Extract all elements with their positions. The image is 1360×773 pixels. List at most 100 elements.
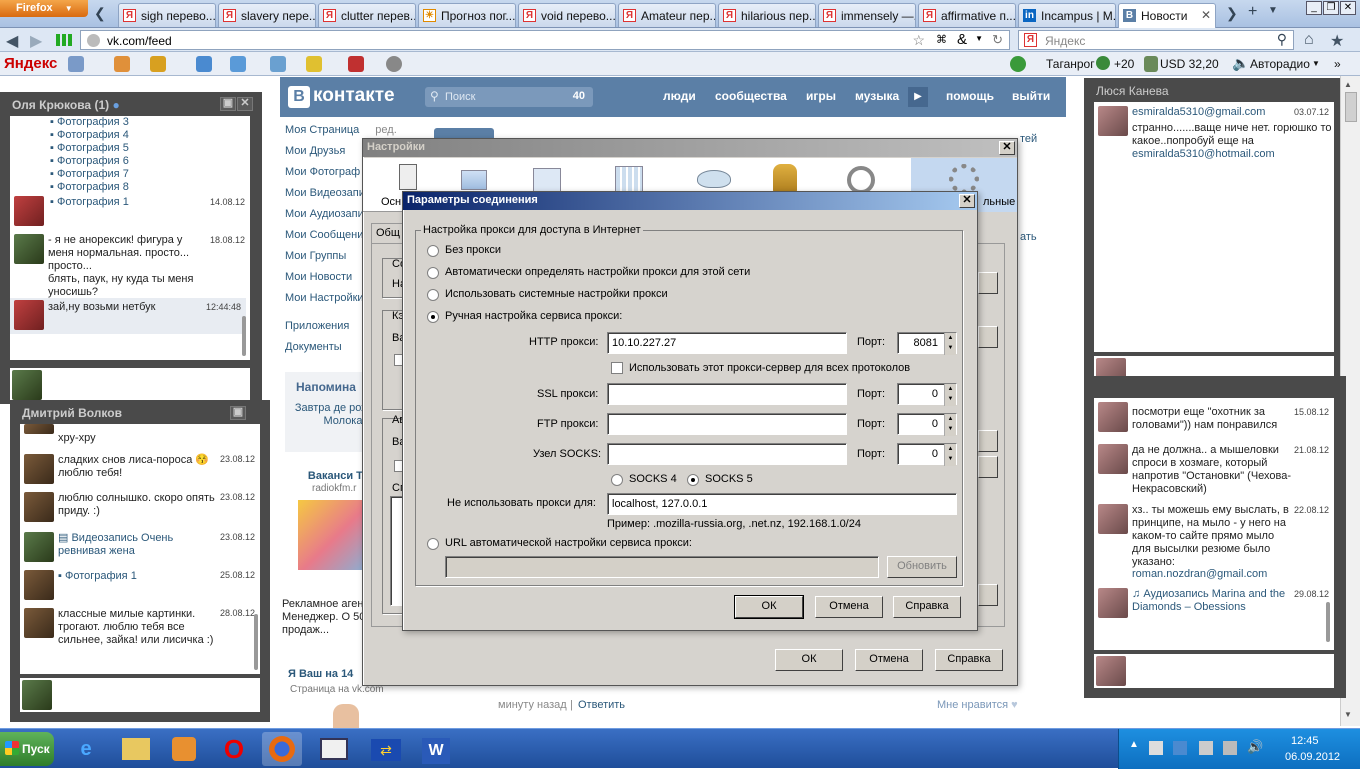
label-system-proxy[interactable]: Использовать системные настройки прокси bbox=[445, 288, 668, 300]
photo-link[interactable]: ▪ Фотография 1 bbox=[50, 196, 129, 209]
proxy-cancel-button[interactable]: Отмена bbox=[815, 596, 883, 618]
browser-tab[interactable]: Яimmensely —... bbox=[818, 3, 916, 27]
word-icon[interactable]: W bbox=[416, 732, 456, 766]
main-pane-icon[interactable] bbox=[399, 164, 417, 190]
tools-icon[interactable] bbox=[270, 56, 286, 72]
nav-music[interactable]: музыка bbox=[855, 89, 899, 103]
sender-email[interactable]: esmiralda5310@gmail.com bbox=[1132, 106, 1265, 119]
photo-link[interactable]: ▪ Фотография 7 bbox=[50, 168, 129, 181]
settings-side-button[interactable] bbox=[978, 272, 998, 294]
browser-tab[interactable]: Яslavery пере... bbox=[218, 3, 316, 27]
yandex-logo[interactable]: Яндекс bbox=[4, 55, 57, 72]
opera-icon[interactable]: O bbox=[214, 732, 254, 766]
radio-auto-detect[interactable] bbox=[427, 267, 439, 279]
no-proxy-for-input[interactable]: localhost, 127.0.0.1 bbox=[607, 493, 957, 515]
maximize-icon[interactable]: ❐ bbox=[1323, 1, 1339, 15]
firefox-menu-button[interactable]: Firefox ▼ bbox=[0, 0, 88, 17]
avatar[interactable] bbox=[14, 234, 44, 264]
switch-icon[interactable]: ⇄ bbox=[366, 732, 406, 766]
nav-help[interactable]: помощь bbox=[946, 89, 994, 103]
restore-icon[interactable]: ▣ bbox=[230, 406, 246, 420]
email-link[interactable]: esmiralda5310@hotmail.com bbox=[1132, 148, 1275, 161]
chat-scrollbar[interactable] bbox=[254, 614, 258, 670]
like-link[interactable]: Мне нравится ♥ bbox=[937, 699, 1018, 711]
window-app-icon[interactable] bbox=[314, 732, 354, 766]
video-link[interactable]: ▤ Видеозапись Очень ревнивая жена bbox=[58, 532, 218, 558]
label-auto-detect[interactable]: Автоматически определять настройки прокс… bbox=[445, 266, 750, 278]
avatar[interactable] bbox=[24, 492, 54, 522]
battery-icon[interactable] bbox=[1223, 741, 1237, 755]
photo-link[interactable]: ▪ Фотография 4 bbox=[50, 129, 129, 142]
spellcheck-icon[interactable] bbox=[196, 56, 212, 72]
translate-icon[interactable]: ⌘ bbox=[936, 33, 947, 46]
port-spinner-icon[interactable]: ▲ ▼ bbox=[944, 444, 956, 466]
label-socks4[interactable]: SOCKS 4 bbox=[629, 473, 677, 485]
radio-pac-url[interactable] bbox=[427, 538, 439, 550]
close-window-icon[interactable]: ✕ bbox=[1340, 1, 1356, 15]
main-pane-label[interactable]: Осн bbox=[381, 196, 401, 208]
chat-title[interactable]: Дмитрий Волков bbox=[22, 406, 122, 420]
tabs-pane-icon[interactable] bbox=[461, 170, 487, 190]
browser-tab[interactable]: Яvoid перево... bbox=[518, 3, 616, 27]
chat-icon[interactable] bbox=[306, 56, 322, 72]
browser-tab[interactable]: in Incampus | M... bbox=[1018, 3, 1116, 27]
dropdown-icon[interactable]: ▼ bbox=[975, 34, 983, 43]
ssl-proxy-input[interactable] bbox=[607, 383, 847, 405]
scroll-thumb[interactable] bbox=[1345, 92, 1357, 122]
avatar[interactable] bbox=[14, 300, 44, 330]
avatar[interactable] bbox=[24, 424, 54, 434]
city-label[interactable]: Таганрог bbox=[1046, 57, 1095, 71]
feed-right-link-2[interactable]: ать bbox=[1020, 231, 1037, 243]
label-pac-url[interactable]: URL автоматической настройки сервиса про… bbox=[445, 537, 692, 549]
reload-icon[interactable]: ↻ bbox=[992, 32, 1003, 48]
browser-tab[interactable]: Яhilarious пер... bbox=[718, 3, 816, 27]
tray-app-icon[interactable] bbox=[1173, 741, 1187, 755]
ad2-image[interactable] bbox=[333, 704, 359, 728]
chat-input[interactable] bbox=[20, 678, 260, 712]
url-bar[interactable]: vk.com/feed ☆ ⌘ & ▼ ↻ bbox=[80, 30, 1010, 50]
avatar[interactable] bbox=[1098, 402, 1128, 432]
label-no-proxy[interactable]: Без прокси bbox=[445, 244, 501, 256]
reload-pac-button[interactable]: Обновить bbox=[887, 556, 957, 578]
email-link[interactable]: roman.nozdran@gmail.com bbox=[1132, 568, 1267, 581]
browser-tab-active[interactable]: B Новости ✕ bbox=[1118, 3, 1216, 28]
settings-side-button[interactable] bbox=[978, 326, 998, 348]
browser-tab[interactable]: Яclutter перев... bbox=[318, 3, 416, 27]
pac-url-input[interactable] bbox=[445, 556, 879, 578]
close-chat-icon[interactable]: ✕ bbox=[237, 97, 253, 111]
printer-icon[interactable] bbox=[1199, 741, 1213, 755]
avatar[interactable] bbox=[1098, 504, 1128, 534]
favorites-icon[interactable] bbox=[150, 56, 166, 72]
proxy-ok-button[interactable]: ОК bbox=[734, 595, 804, 619]
volume-icon[interactable]: 🔊 bbox=[1247, 739, 1263, 755]
forward-icon[interactable]: ▶ bbox=[30, 31, 42, 51]
avatar[interactable] bbox=[24, 608, 54, 638]
vk-search-input[interactable]: ⚲ Поиск 40 bbox=[425, 87, 593, 107]
avatar[interactable] bbox=[24, 454, 54, 484]
ssl-port-input[interactable]: 0 ▲ ▼ bbox=[897, 383, 957, 406]
port-spinner-icon[interactable]: ▲ ▼ bbox=[944, 384, 956, 406]
privacy-mask-icon[interactable] bbox=[697, 170, 731, 188]
avatar[interactable] bbox=[14, 196, 44, 226]
applications-pane-icon[interactable] bbox=[615, 166, 643, 192]
browser-tab[interactable]: Яaffirmative п... bbox=[918, 3, 1016, 27]
http-port-input[interactable]: 8081 ▲ ▼ bbox=[897, 332, 957, 355]
close-settings-icon[interactable]: ✕ bbox=[999, 141, 1015, 155]
network-icon[interactable] bbox=[1149, 741, 1163, 755]
antivirus-icon[interactable] bbox=[348, 56, 364, 72]
services-icon[interactable] bbox=[114, 56, 130, 72]
photo-link[interactable]: ▪ Фотография 1 bbox=[58, 570, 137, 583]
nav-communities[interactable]: сообщества bbox=[715, 89, 787, 103]
tab-scroll-right-icon[interactable]: ❯ bbox=[1226, 5, 1238, 22]
mail-icon[interactable] bbox=[68, 56, 84, 72]
nav-people[interactable]: люди bbox=[663, 89, 696, 103]
scroll-up-icon[interactable]: ▲ bbox=[1344, 80, 1352, 89]
media-player-icon[interactable] bbox=[164, 732, 204, 766]
new-tab-icon[interactable]: + bbox=[1248, 3, 1257, 21]
scroll-down-icon[interactable]: ▼ bbox=[1344, 710, 1352, 719]
photo-link[interactable]: ▪ Фотография 8 bbox=[50, 181, 129, 194]
settings-side-button[interactable] bbox=[978, 456, 998, 478]
use-for-all-label[interactable]: Использовать этот прокси-сервер для всех… bbox=[629, 362, 910, 374]
clock-date[interactable]: 06.09.2012 bbox=[1285, 751, 1340, 763]
ftp-port-input[interactable]: 0 ▲ ▼ bbox=[897, 413, 957, 436]
